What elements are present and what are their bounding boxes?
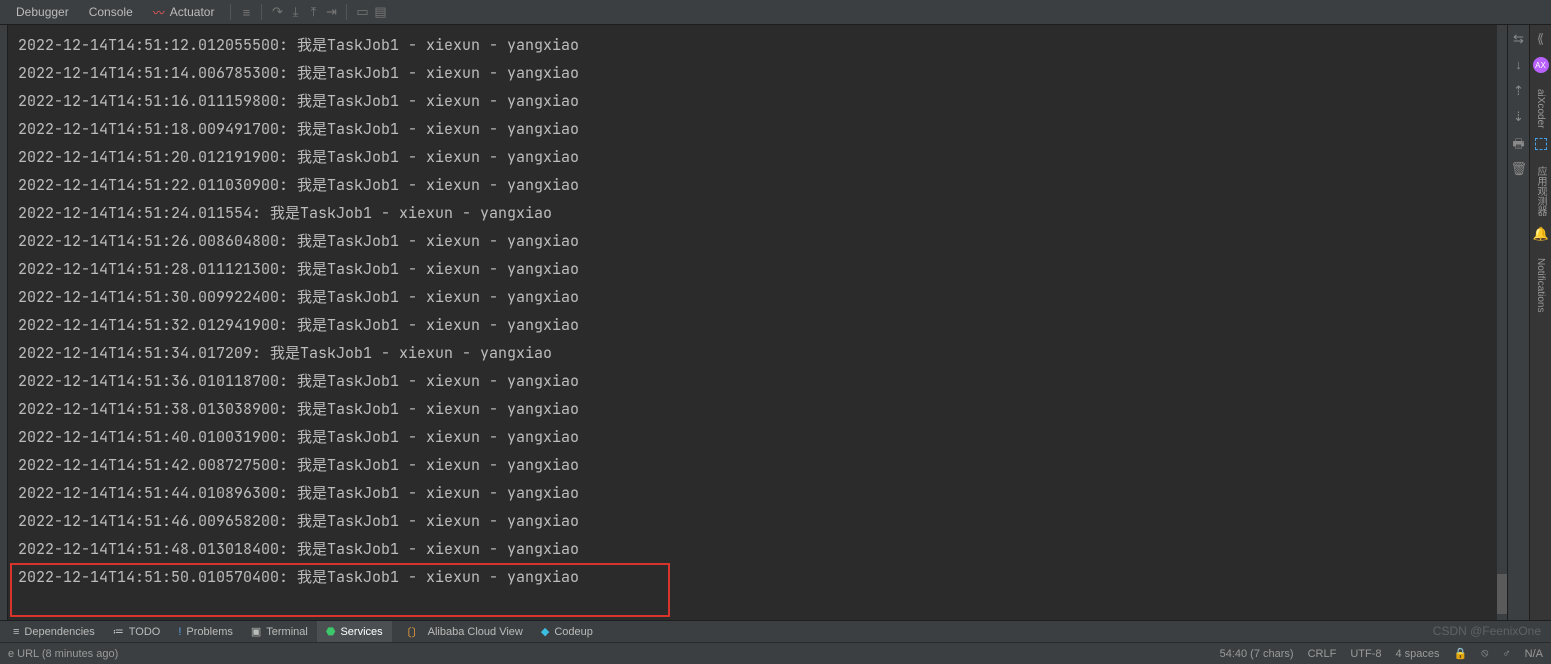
todo-icon: ≔ <box>113 625 124 638</box>
separator <box>261 4 262 20</box>
trash-icon[interactable]: 🗑 <box>1511 161 1527 177</box>
upload-icon[interactable]: ⤒ <box>304 4 322 20</box>
rail-aixcoder[interactable]: aiXcoder <box>1535 89 1546 128</box>
pulse-icon: 〰 <box>153 4 165 21</box>
bell-icon[interactable]: 🔔 <box>1533 226 1549 242</box>
log-line: 2022-12-14T14:51:30.009922400: 我是TaskJob… <box>18 283 1501 311</box>
bottom-tab-label: TODO <box>129 626 161 638</box>
bottom-tab-label: Terminal <box>266 626 308 638</box>
log-line: 2022-12-14T14:51:44.010896300: 我是TaskJob… <box>18 479 1501 507</box>
codeup-icon: ◆ <box>541 625 549 638</box>
status-item-6[interactable]: ♂ <box>1502 648 1510 660</box>
right-rail-inner: ⇆ ↓ ⇡ ⇣ 🖶 🗑 <box>1507 25 1529 620</box>
bottom-tab-label: Alibaba Cloud View <box>428 626 523 638</box>
status-item-2[interactable]: UTF-8 <box>1350 648 1381 660</box>
log-line: 2022-12-14T14:51:26.008604800: 我是TaskJob… <box>18 227 1501 255</box>
avatar-icon[interactable]: AX <box>1533 57 1549 73</box>
bottom-tab-problems[interactable]: ! Problems <box>169 621 242 642</box>
status-item-4[interactable]: 🔒 <box>1454 647 1468 660</box>
problems-icon: ! <box>178 626 181 638</box>
bottom-tab-label: Problems <box>186 626 232 638</box>
dependencies-icon: ≡ <box>13 626 19 638</box>
log-line: 2022-12-14T14:51:18.009491700: 我是TaskJob… <box>18 115 1501 143</box>
separator <box>230 4 231 20</box>
forward-icon[interactable]: ⇥ <box>322 4 340 20</box>
alibaba-cloud-view-icon: 〔〕 <box>401 624 423 640</box>
tab-console[interactable]: Console <box>79 0 143 25</box>
collapse-icon[interactable]: ⟪ <box>1533 31 1549 47</box>
separator <box>346 4 347 20</box>
log-line: 2022-12-14T14:51:32.012941900: 我是TaskJob… <box>18 311 1501 339</box>
log-line: 2022-12-14T14:51:34.017209: 我是TaskJob1 -… <box>18 339 1501 367</box>
tab-actuator[interactable]: 〰 Actuator <box>143 4 225 21</box>
scrollbar-thumb[interactable] <box>1497 574 1507 614</box>
bottom-tab-dependencies[interactable]: ≡ Dependencies <box>4 621 104 642</box>
status-bar: e URL (8 minutes ago) 54:40 (7 chars) CRL… <box>0 642 1551 664</box>
console-output[interactable]: 2022-12-14T14:51:12.012055500: 我是TaskJob… <box>8 25 1507 620</box>
scrollbar[interactable] <box>1497 25 1507 620</box>
rail-observer[interactable]: 应用观测器 <box>1533 166 1548 216</box>
down-icon[interactable]: ↓ <box>1511 57 1527 73</box>
log-line: 2022-12-14T14:51:28.011121300: 我是TaskJob… <box>18 255 1501 283</box>
log-line: 2022-12-14T14:51:14.006785300: 我是TaskJob… <box>18 59 1501 87</box>
bottom-tab-label: Services <box>340 626 382 638</box>
log-line: 2022-12-14T14:51:38.013038900: 我是TaskJob… <box>18 395 1501 423</box>
status-item-1[interactable]: CRLF <box>1308 648 1337 660</box>
log-line: 2022-12-14T14:51:22.011030900: 我是TaskJob… <box>18 171 1501 199</box>
up-icon[interactable]: ⇡ <box>1511 83 1527 99</box>
list-icon[interactable]: ≡ <box>237 5 255 20</box>
status-item-3[interactable]: 4 spaces <box>1395 648 1439 660</box>
bottom-tab-label: Codeup <box>554 626 593 638</box>
log-line: 2022-12-14T14:51:42.008727500: 我是TaskJob… <box>18 451 1501 479</box>
bottom-tab-codeup[interactable]: ◆ Codeup <box>532 621 602 642</box>
export-icon[interactable]: ↷ <box>268 4 286 20</box>
status-item-5[interactable]: ⦸ <box>1481 647 1488 660</box>
log-line: 2022-12-14T14:51:48.013018400: 我是TaskJob… <box>18 535 1501 563</box>
log-line: 2022-12-14T14:51:50.010570400: 我是TaskJob… <box>18 563 1501 591</box>
status-item-7[interactable]: N/A <box>1525 648 1543 660</box>
bottom-tab-terminal[interactable]: ▣ Terminal <box>242 621 317 642</box>
layout-one-icon[interactable]: ▭ <box>353 4 371 20</box>
log-line: 2022-12-14T14:51:12.012055500: 我是TaskJob… <box>18 31 1501 59</box>
log-line: 2022-12-14T14:51:16.011159800: 我是TaskJob… <box>18 87 1501 115</box>
status-left-text: e URL (8 minutes ago) <box>8 648 118 660</box>
terminal-icon: ▣ <box>251 625 261 638</box>
bottom-tabs: ≡ Dependencies ≔ TODO! Problems ▣ Terminal ⬣ Ser… <box>0 620 1551 642</box>
bottom-tab-services[interactable]: ⬣ Services <box>317 621 392 642</box>
print-icon[interactable]: 🖶 <box>1511 135 1527 151</box>
tab-actuator-label: Actuator <box>170 5 215 19</box>
bottom-tab-alibaba-cloud-view[interactable]: 〔〕 Alibaba Cloud View <box>392 621 532 642</box>
log-line: 2022-12-14T14:51:24.011554: 我是TaskJob1 -… <box>18 199 1501 227</box>
down2-icon[interactable]: ⇣ <box>1511 109 1527 125</box>
log-line: 2022-12-14T14:51:36.010118700: 我是TaskJob… <box>18 367 1501 395</box>
rail-notifications[interactable]: Notifications <box>1535 258 1546 312</box>
tab-debugger[interactable]: Debugger <box>6 0 79 25</box>
status-item-0[interactable]: 54:40 (7 chars) <box>1220 648 1294 660</box>
log-line: 2022-12-14T14:51:20.012191900: 我是TaskJob… <box>18 143 1501 171</box>
log-line: 2022-12-14T14:51:40.010031900: 我是TaskJob… <box>18 423 1501 451</box>
download-icon[interactable]: ⤓ <box>286 4 304 20</box>
left-gutter <box>0 25 8 620</box>
top-toolbar: Debugger Console 〰 Actuator ≡ ↷ ⤓ ⤒ ⇥ ▭ … <box>0 0 1551 25</box>
observer-icon[interactable] <box>1535 138 1547 150</box>
layout-two-icon[interactable]: ▤ <box>371 4 389 20</box>
right-rail-outer: ⟪ AX aiXcoder 应用观测器 🔔 Notifications <box>1529 25 1551 620</box>
services-icon: ⬣ <box>326 625 336 638</box>
log-line: 2022-12-14T14:51:46.009658200: 我是TaskJob… <box>18 507 1501 535</box>
bottom-tab-label: Dependencies <box>24 626 94 638</box>
bottom-tab-todo[interactable]: ≔ TODO <box>104 621 170 642</box>
swap-icon[interactable]: ⇆ <box>1511 31 1527 47</box>
